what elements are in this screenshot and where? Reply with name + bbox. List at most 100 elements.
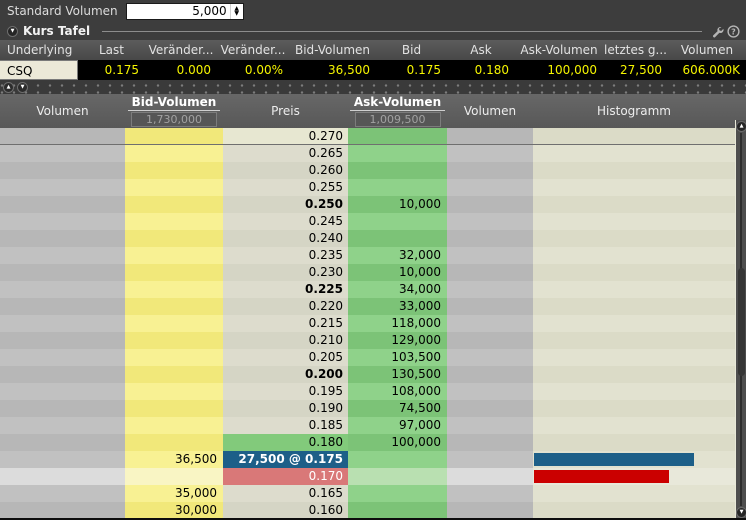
ladder-row-0.235: 0.23532,000 <box>0 247 746 264</box>
ask-volume-cell[interactable] <box>348 468 447 485</box>
quote-col-header-9: Volumen <box>668 40 746 60</box>
bid-volume-cell[interactable] <box>125 247 223 264</box>
bid-volume-cell[interactable] <box>125 145 223 162</box>
histogram-cell <box>533 298 735 315</box>
ask-volume-cell[interactable]: 34,000 <box>348 281 447 298</box>
bid-volume-cell[interactable] <box>125 349 223 366</box>
bid-volume-cell[interactable] <box>125 264 223 281</box>
bid-volume-cell[interactable]: 30,000 <box>125 502 223 519</box>
collapse-section-button[interactable]: ▼ <box>7 26 18 37</box>
price-cell[interactable]: 0.230 <box>223 264 348 281</box>
price-cell[interactable]: 0.225 <box>223 281 348 298</box>
ask-volume-cell[interactable]: 74,500 <box>348 400 447 417</box>
price-cell[interactable]: 0.200 <box>223 366 348 383</box>
bid-volume-cell[interactable]: 35,000 <box>125 485 223 502</box>
price-cell[interactable]: 0.160 <box>223 502 348 519</box>
price-cell[interactable]: 0.260 <box>223 162 348 179</box>
quote-cell-ask: 0.180 <box>447 60 515 80</box>
bid-volume-cell[interactable] <box>125 400 223 417</box>
price-cell[interactable]: 0.215 <box>223 315 348 332</box>
bid-volume-cell[interactable] <box>125 366 223 383</box>
price-cell[interactable]: 0.235 <box>223 247 348 264</box>
ask-volume-cell[interactable] <box>348 451 447 468</box>
bid-volume-cell[interactable] <box>125 179 223 196</box>
bid-volume-cell[interactable] <box>125 281 223 298</box>
standard-volume-input[interactable]: 5,000 ▲ ▼ <box>126 3 244 20</box>
ask-volume-cell[interactable] <box>348 485 447 502</box>
price-cell[interactable]: 0.210 <box>223 332 348 349</box>
ask-volume-cell[interactable] <box>348 213 447 230</box>
help-icon[interactable]: ? <box>727 25 740 38</box>
ask-volume-cell[interactable] <box>348 162 447 179</box>
ladder-row-0.265: 0.265 <box>0 145 746 162</box>
standard-volume-value[interactable]: 5,000 <box>127 4 230 19</box>
scroll-down-button[interactable]: ▼ <box>736 507 746 518</box>
price-cell[interactable]: 0.165 <box>223 485 348 502</box>
ask-volume-cell[interactable]: 10,000 <box>348 196 447 213</box>
vertical-scrollbar[interactable]: ▲ ▼ <box>735 120 746 519</box>
bid-volume-cell[interactable] <box>125 213 223 230</box>
price-cell[interactable]: 0.270 <box>223 128 348 144</box>
price-cell[interactable]: 0.195 <box>223 383 348 400</box>
ask-volume-cell[interactable]: 118,000 <box>348 315 447 332</box>
volume-right-cell <box>447 230 533 247</box>
pane-splitter[interactable]: ▲ ▼ <box>0 80 746 94</box>
price-cell[interactable]: 27,500 @ 0.175 <box>223 451 348 468</box>
ask-volume-cell[interactable] <box>348 179 447 196</box>
ask-volume-cell[interactable]: 10,000 <box>348 264 447 281</box>
wrench-icon[interactable] <box>711 25 724 38</box>
bid-volume-cell[interactable] <box>125 162 223 179</box>
bid-volume-label: Bid-Volumen <box>128 95 221 111</box>
bid-volume-cell[interactable] <box>125 417 223 434</box>
volume-right-cell <box>447 400 533 417</box>
spinner-down-icon[interactable]: ▼ <box>234 11 239 16</box>
price-cell[interactable]: 0.170 <box>223 468 348 485</box>
bid-volume-cell[interactable] <box>125 298 223 315</box>
quote-col-header-6: Ask <box>447 40 515 60</box>
splitter-up-button[interactable]: ▲ <box>3 82 14 93</box>
bid-volume-cell[interactable] <box>125 196 223 213</box>
histogram-cell <box>533 383 735 400</box>
ask-volume-cell[interactable]: 103,500 <box>348 349 447 366</box>
ask-volume-cell[interactable]: 100,000 <box>348 434 447 451</box>
col-header-volume-left: Volumen <box>0 94 125 128</box>
price-cell[interactable]: 0.265 <box>223 145 348 162</box>
price-cell[interactable]: 0.220 <box>223 298 348 315</box>
price-cell[interactable]: 0.185 <box>223 417 348 434</box>
col-header-bid-volume: Bid-Volumen 1,730,000 <box>125 94 223 128</box>
scroll-up-button[interactable]: ▲ <box>736 121 746 132</box>
scrollbar-thumb[interactable] <box>738 268 745 376</box>
price-cell[interactable]: 0.180 <box>223 434 348 451</box>
volume-right-cell <box>447 468 533 485</box>
volume-left-cell <box>0 128 125 144</box>
price-cell[interactable]: 0.250 <box>223 196 348 213</box>
ask-volume-cell[interactable]: 129,000 <box>348 332 447 349</box>
ask-volume-cell[interactable] <box>348 145 447 162</box>
bid-volume-cell[interactable] <box>125 383 223 400</box>
ask-volume-cell[interactable] <box>348 230 447 247</box>
bid-volume-cell[interactable] <box>125 434 223 451</box>
splitter-down-button[interactable]: ▼ <box>17 82 28 93</box>
bid-volume-cell[interactable] <box>125 315 223 332</box>
price-cell[interactable]: 0.255 <box>223 179 348 196</box>
price-cell[interactable]: 0.240 <box>223 230 348 247</box>
bid-volume-cell[interactable] <box>125 128 223 144</box>
standard-volume-label: Standard Volumen <box>7 4 118 18</box>
ask-volume-cell[interactable]: 130,500 <box>348 366 447 383</box>
ask-volume-cell[interactable]: 33,000 <box>348 298 447 315</box>
ask-volume-cell[interactable]: 97,000 <box>348 417 447 434</box>
price-cell[interactable]: 0.205 <box>223 349 348 366</box>
ask-volume-cell[interactable] <box>348 128 447 144</box>
bid-volume-cell[interactable]: 36,500 <box>125 451 223 468</box>
bid-volume-cell[interactable] <box>125 468 223 485</box>
ask-volume-cell[interactable]: 108,000 <box>348 383 447 400</box>
ask-volume-cell[interactable]: 32,000 <box>348 247 447 264</box>
volume-left-cell <box>0 332 125 349</box>
price-cell[interactable]: 0.190 <box>223 400 348 417</box>
bid-volume-cell[interactable] <box>125 230 223 247</box>
price-cell[interactable]: 0.245 <box>223 213 348 230</box>
bid-volume-cell[interactable] <box>125 332 223 349</box>
histogram-bar <box>534 453 694 466</box>
volume-spinner[interactable]: ▲ ▼ <box>230 4 243 19</box>
ask-volume-cell[interactable] <box>348 502 447 519</box>
